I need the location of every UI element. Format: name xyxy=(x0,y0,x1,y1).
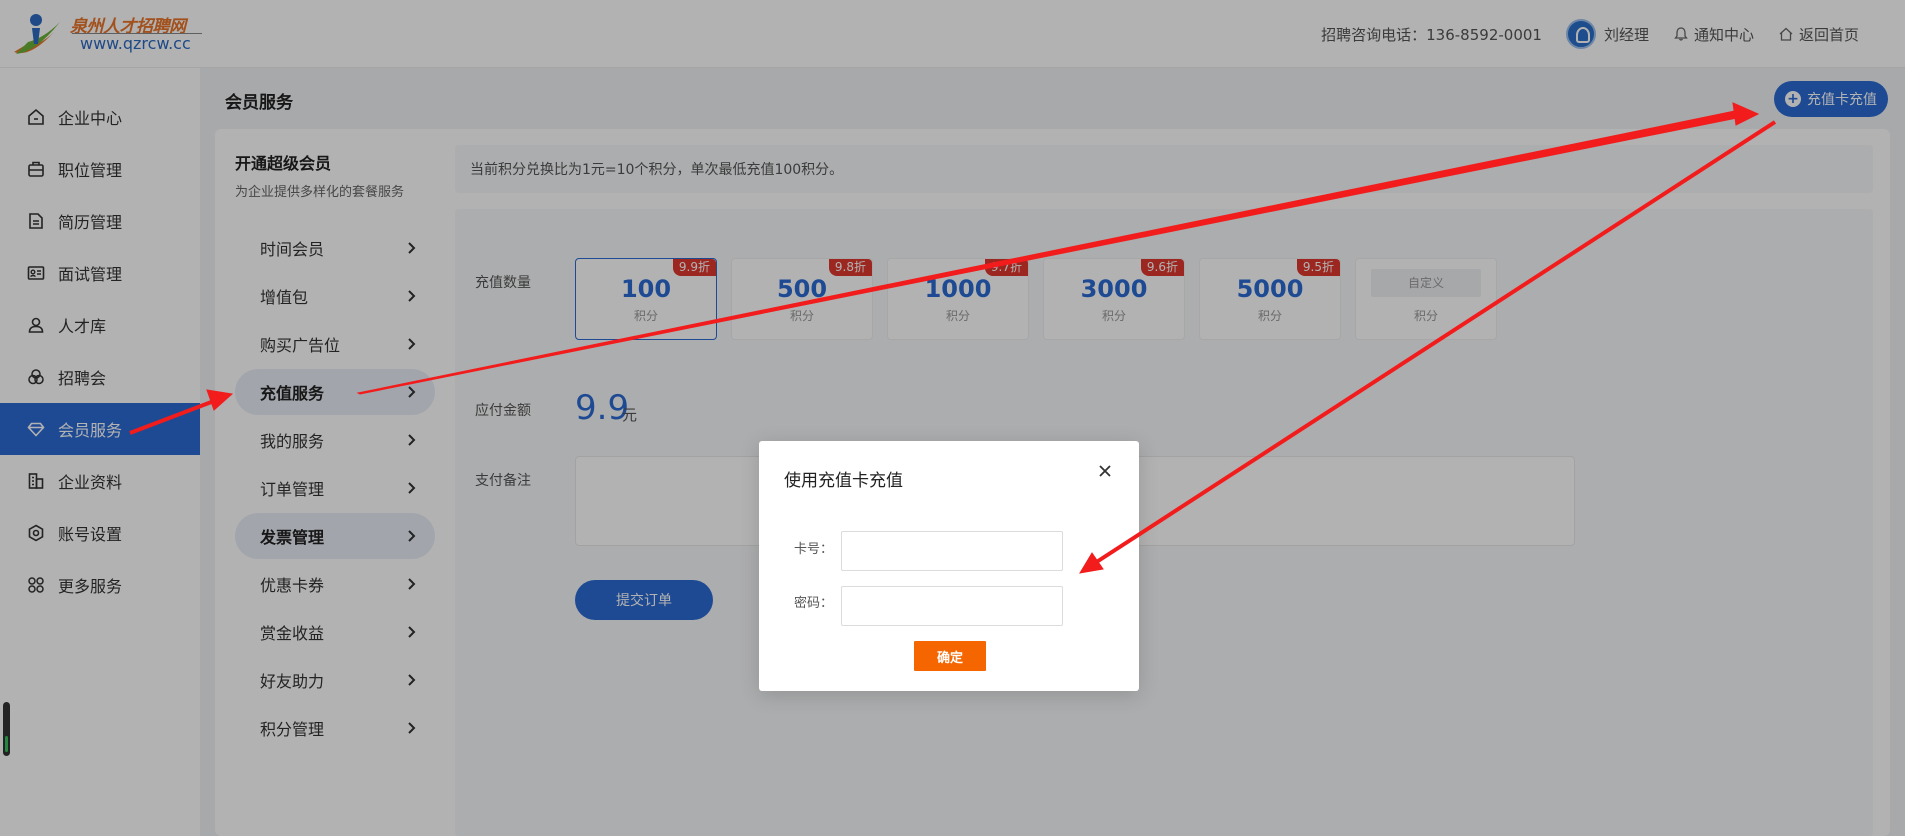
password-input[interactable] xyxy=(841,586,1063,626)
recharge-card-modal: 使用充值卡充值 卡号： 密码： 确定 xyxy=(759,441,1139,691)
card-number-label: 卡号： xyxy=(793,542,833,557)
confirm-button[interactable]: 确定 xyxy=(914,641,986,671)
card-number-input[interactable] xyxy=(841,531,1063,571)
password-label: 密码： xyxy=(793,596,833,611)
close-icon[interactable] xyxy=(1097,463,1113,479)
modal-title: 使用充值卡充值 xyxy=(784,471,903,491)
modal-overlay[interactable] xyxy=(0,0,1905,836)
